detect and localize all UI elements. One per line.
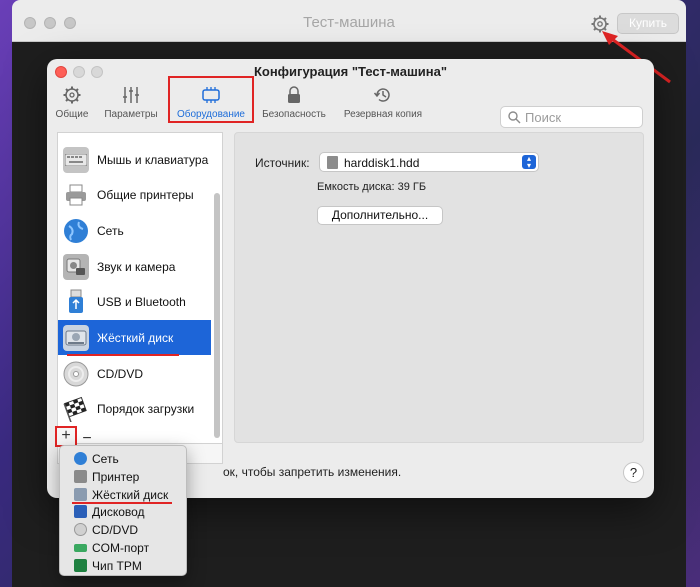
file-icon xyxy=(327,156,338,169)
select-stepper-icon: ▴ ▾ xyxy=(522,155,536,170)
menu-item-label: Сеть xyxy=(92,451,119,466)
list-item-shared-printers[interactable]: Общие принтеры xyxy=(58,177,211,212)
list-item-mouse-keyboard[interactable]: Мышь и клавиатура xyxy=(58,142,211,177)
dialog-title: Конфигурация "Тест-машина" xyxy=(253,64,448,79)
list-item-cd-dvd[interactable]: CD/DVD xyxy=(58,356,211,391)
menu-item-printer[interactable]: Принтер xyxy=(60,468,188,485)
menu-item-label: Чип TPM xyxy=(92,558,142,573)
menu-item-hard-disk[interactable]: Жёсткий диск xyxy=(60,486,188,503)
background-window: Тест-машина xyxy=(12,0,686,42)
lock-hint-text: ок, чтобы запретить изменения. xyxy=(223,465,402,479)
list-item-label: Мышь и клавиатура xyxy=(97,152,209,167)
annotation-underline xyxy=(67,354,179,356)
chip-icon xyxy=(74,559,87,572)
window-title: Тест-машина xyxy=(303,14,395,31)
printer-icon xyxy=(74,470,87,483)
menu-item-label: CD/DVD xyxy=(92,522,139,537)
usb-icon xyxy=(63,289,89,315)
menu-item-network[interactable]: Сеть xyxy=(60,450,188,467)
scrollbar[interactable] xyxy=(214,193,220,438)
advanced-button[interactable]: Дополнительно... xyxy=(317,206,443,225)
source-select[interactable]: harddisk1.hdd ▴ ▾ xyxy=(319,152,539,172)
hard-disk-icon xyxy=(63,324,89,351)
serial-port-icon xyxy=(74,543,87,552)
cd-icon xyxy=(74,523,87,536)
list-item-label: Жёсткий диск xyxy=(97,330,174,345)
search-field[interactable]: Поиск xyxy=(500,106,643,128)
search-icon xyxy=(508,111,521,124)
list-item-usb-bluetooth[interactable]: USB и Bluetooth xyxy=(58,284,211,319)
add-device-button-highlight[interactable]: + xyxy=(55,426,77,447)
globe-icon xyxy=(74,452,87,465)
disk-capacity: Емкость диска: 39 ГБ xyxy=(317,181,427,193)
menu-item-label: Жёсткий диск xyxy=(92,487,169,502)
globe-icon xyxy=(63,218,89,244)
source-value: harddisk1.hdd xyxy=(344,156,420,170)
source-label: Источник: xyxy=(255,156,310,170)
list-item-label: Сеть xyxy=(97,223,124,238)
list-item-sound-camera[interactable]: Звук и камера xyxy=(58,249,211,284)
list-item-label: Звук и камера xyxy=(97,259,176,274)
device-list[interactable]: Мышь и клавиатура Общие принтеры Сеть Зв… xyxy=(57,132,223,444)
tab-general[interactable]: Общие xyxy=(53,81,91,121)
help-button[interactable]: ? xyxy=(623,462,644,483)
menu-item-tpm-chip[interactable]: Чип TPM xyxy=(60,557,188,574)
add-device-menu: Сеть Принтер Жёсткий диск Дисковод CD/DV… xyxy=(59,445,187,576)
list-item-label: Общие принтеры xyxy=(97,187,194,202)
tab-backup[interactable]: Резервная копия xyxy=(340,81,426,121)
cd-icon xyxy=(63,361,89,387)
lock-icon xyxy=(259,81,329,105)
tab-label: Общие xyxy=(55,109,89,120)
sliders-icon xyxy=(100,81,162,105)
list-item-boot-order[interactable]: Порядок загрузки xyxy=(58,391,211,426)
menu-item-label: COM-порт xyxy=(92,540,150,555)
list-item-label: USB и Bluetooth xyxy=(97,294,186,309)
annotation-underline xyxy=(72,502,172,504)
tab-security[interactable]: Безопасность xyxy=(259,81,329,121)
menu-item-cd-dvd[interactable]: CD/DVD xyxy=(60,521,188,538)
list-item-hard-disk[interactable]: Жёсткий диск xyxy=(58,320,211,355)
list-item-label: CD/DVD xyxy=(97,366,144,381)
keyboard-icon xyxy=(63,146,89,173)
tab-label: Безопасность xyxy=(262,109,326,120)
list-item-network[interactable]: Сеть xyxy=(58,213,211,248)
menu-item-label: Дисковод xyxy=(92,504,145,519)
clock-history-icon xyxy=(340,81,426,105)
annotation-highlight xyxy=(168,76,254,123)
tab-options[interactable]: Параметры xyxy=(100,81,162,121)
list-item-label: Порядок загрузки xyxy=(97,401,195,416)
gear-icon xyxy=(53,81,91,105)
printer-icon xyxy=(63,182,89,208)
menu-item-label: Принтер xyxy=(92,469,140,484)
menu-item-floppy[interactable]: Дисковод xyxy=(60,503,188,520)
menu-item-com-port[interactable]: COM-порт xyxy=(60,539,188,556)
floppy-icon xyxy=(74,505,87,518)
toolbar: Общие Параметры Оборудование Безопасност… xyxy=(47,81,654,128)
speaker-camera-icon xyxy=(63,253,89,280)
search-placeholder: Поиск xyxy=(525,110,562,125)
checkered-flag-icon xyxy=(63,396,89,422)
hard-disk-icon xyxy=(74,488,87,501)
configuration-dialog: Конфигурация "Тест-машина" Общие Парамет… xyxy=(47,59,654,498)
tab-label: Резервная копия xyxy=(343,109,423,120)
device-detail-panel: Источник: harddisk1.hdd ▴ ▾ Емкость диска… xyxy=(234,132,644,443)
tab-label: Параметры xyxy=(104,109,158,120)
